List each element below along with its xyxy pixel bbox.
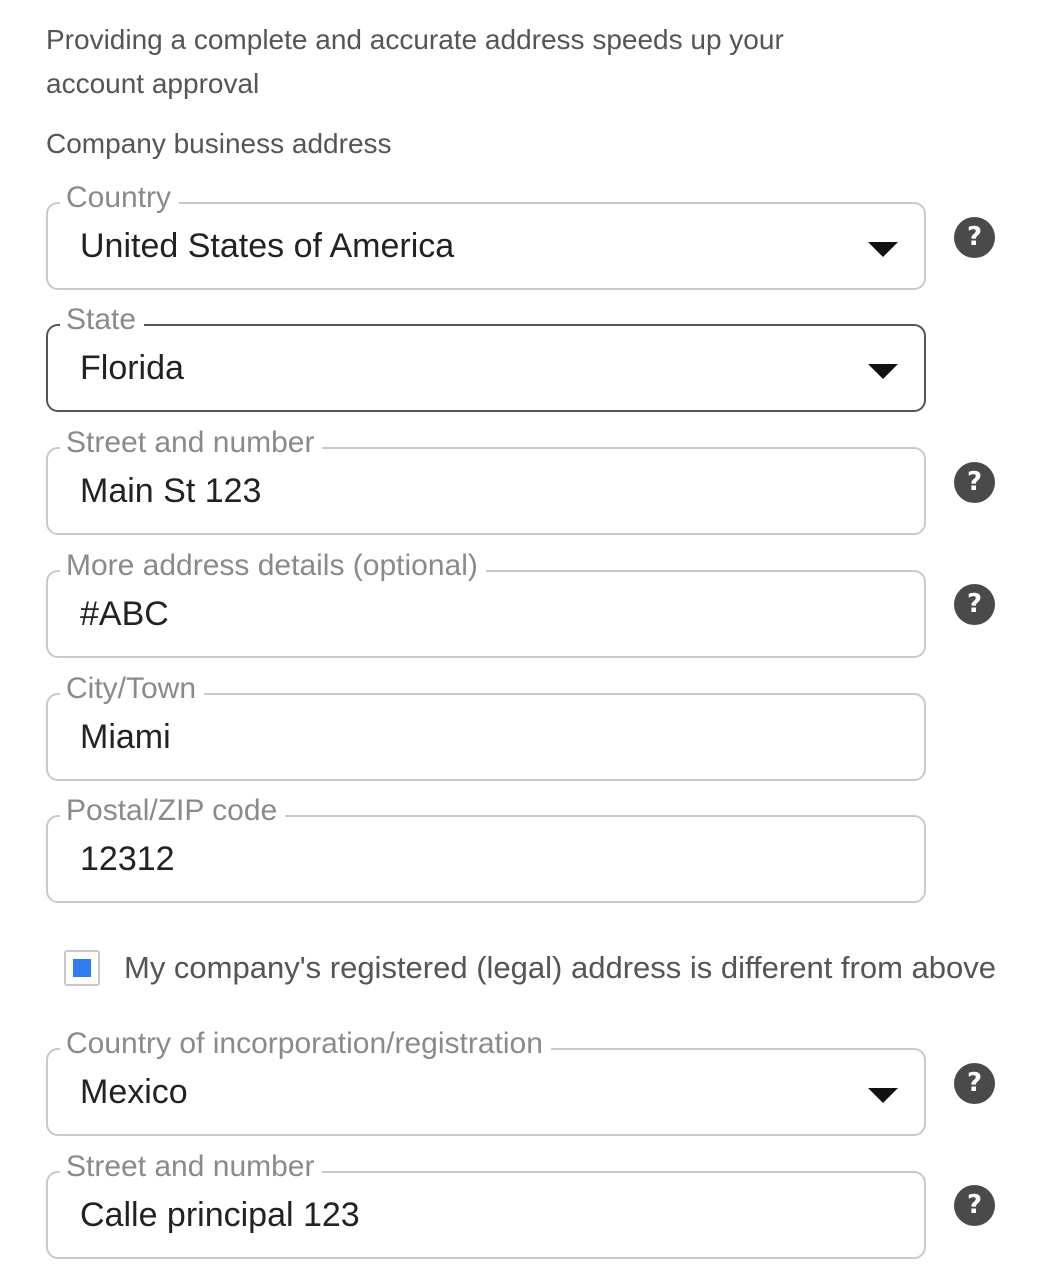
- intro-text: Providing a complete and accurate addres…: [46, 24, 784, 99]
- help-icon[interactable]: ?: [954, 1063, 995, 1104]
- city-input[interactable]: City/Town Miami: [46, 669, 926, 781]
- address-details-label: More address details (optional): [60, 546, 486, 586]
- address-details-input[interactable]: More address details (optional) #ABC: [46, 546, 926, 658]
- country-value: United States of America: [80, 227, 455, 265]
- postal-code-input[interactable]: Postal/ZIP code 12312: [46, 791, 926, 903]
- help-icon[interactable]: ?: [954, 462, 995, 503]
- country-select[interactable]: Country United States of America: [46, 178, 926, 290]
- city-value: Miami: [80, 718, 171, 756]
- country-label: Country: [60, 178, 180, 218]
- chevron-down-icon[interactable]: [868, 242, 898, 257]
- country-of-incorporation-label: Country of incorporation/registration: [60, 1024, 551, 1064]
- postal-code-label: Postal/ZIP code: [60, 791, 286, 831]
- state-value: Florida: [80, 349, 184, 387]
- state-select[interactable]: State Florida: [46, 300, 926, 412]
- registered-street-label: Street and number: [60, 1147, 323, 1187]
- address-details-value: #ABC: [80, 595, 169, 633]
- help-icon[interactable]: ?: [954, 1185, 995, 1226]
- chevron-down-icon[interactable]: [868, 364, 898, 379]
- registered-address-checkbox-label[interactable]: My company's registered (legal) address …: [124, 946, 996, 990]
- country-of-incorporation-value: Mexico: [80, 1073, 188, 1111]
- state-label: State: [60, 300, 145, 340]
- country-of-incorporation-select[interactable]: Country of incorporation/registration Me…: [46, 1024, 926, 1136]
- checkbox-checked-mark: [73, 959, 91, 977]
- registered-street-value: Calle principal 123: [80, 1196, 360, 1234]
- registered-street-input[interactable]: Street and number Calle principal 123: [46, 1147, 926, 1259]
- street-value: Main St 123: [80, 472, 262, 510]
- chevron-down-icon[interactable]: [868, 1088, 898, 1103]
- street-input[interactable]: Street and number Main St 123: [46, 423, 926, 535]
- help-icon[interactable]: ?: [954, 217, 995, 258]
- street-label: Street and number: [60, 423, 323, 463]
- section-label: Company business address: [46, 128, 392, 159]
- city-label: City/Town: [60, 669, 205, 709]
- registered-address-checkbox[interactable]: [64, 950, 100, 986]
- help-icon[interactable]: ?: [954, 584, 995, 625]
- postal-code-value: 12312: [80, 840, 175, 878]
